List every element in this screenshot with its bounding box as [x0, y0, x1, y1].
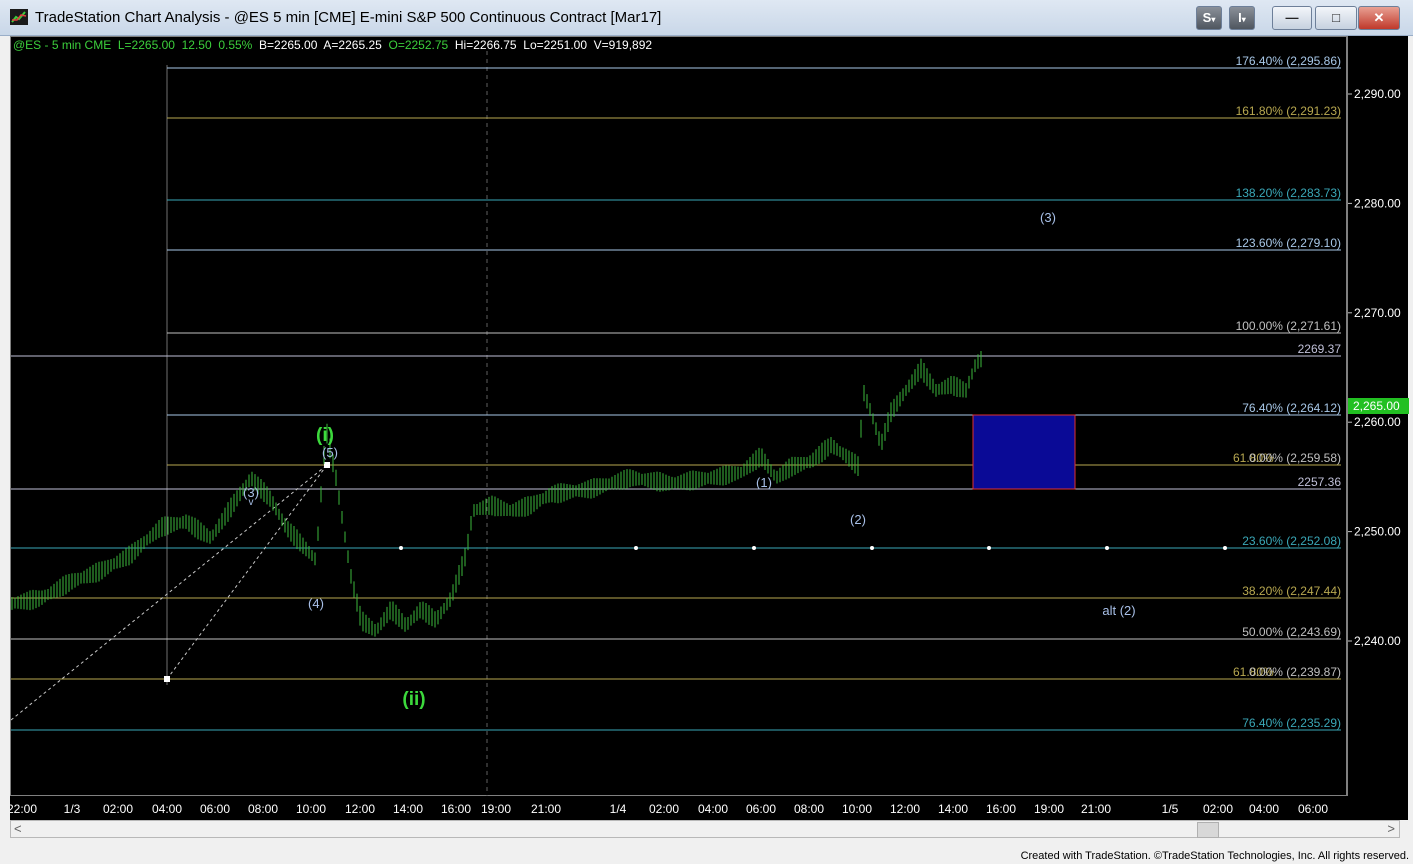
time-tick-label: 21:00: [531, 802, 561, 816]
time-tick-label: 21:00: [1081, 802, 1111, 816]
price-axis[interactable]: 2,290.00 2,280.00 2,270.00 2,260.00 2,250.00…: [1347, 36, 1409, 796]
minimize-icon: —: [1285, 10, 1299, 25]
wave-label-5: (5): [322, 445, 338, 460]
tradestation-app-icon: [10, 9, 28, 25]
status-change: 12.50: [181, 38, 212, 52]
time-tick-label: 08:00: [248, 802, 278, 816]
time-tick-label: 16:00: [441, 802, 471, 816]
wave-label-4: (4): [308, 596, 324, 611]
time-tick-label: 1/3: [64, 802, 81, 816]
fib-level-label: 123.60% (2,279.10): [1236, 236, 1341, 250]
close-button[interactable]: ✕: [1358, 6, 1400, 30]
price-tick-label: 2,270.00: [1354, 306, 1401, 320]
fib-dot: [634, 546, 638, 550]
price-tick-label: 2,240.00: [1354, 634, 1401, 648]
status-symbol: @ES - 5 min CME: [13, 38, 112, 52]
time-tick-label: 1/5: [1162, 802, 1179, 816]
title-bar: TradeStation Chart Analysis - @ES 5 min …: [0, 0, 1413, 36]
status-open: O=2252.75: [388, 38, 449, 52]
time-tick-label: 22:00: [10, 802, 37, 816]
fib-level-label: 2269.37: [1298, 342, 1342, 356]
horizontal-scrollbar[interactable]: < >: [10, 820, 1400, 838]
fib-level-label: 23.60% (2,252.08): [1242, 534, 1341, 548]
time-tick-label: 08:00: [794, 802, 824, 816]
fib-dot: [870, 546, 874, 550]
time-tick-label: 12:00: [345, 802, 375, 816]
time-tick-label: 06:00: [1298, 802, 1328, 816]
scrollbar-thumb[interactable]: [1197, 822, 1219, 838]
price-tick-label: 2,260.00: [1354, 415, 1401, 429]
time-tick-label: 19:00: [1034, 802, 1064, 816]
fib-level-label: 0.00% (2,239.87): [1249, 665, 1341, 679]
time-axis[interactable]: 22:00 1/3 02:00 04:00 06:00 08:00 10:00 12:00 14…: [10, 796, 1408, 820]
wave-label-ii: (ii): [402, 689, 425, 710]
symbol-status-line: @ES - 5 min CME L=2265.00 12.50 0.55% B=…: [13, 38, 652, 52]
copyright-footer: Created with TradeStation. ©TradeStation…: [1020, 850, 1409, 862]
fib-level-label: 38.20% (2,247.44): [1242, 584, 1341, 598]
time-tick-label: 19:00: [481, 802, 511, 816]
price-chart: 176.40% (2,295.86) 161.80% (2,291.23) 138.…: [11, 51, 1342, 797]
wave-pointer: v: [249, 497, 254, 508]
fib-level-label: 76.40% (2,264.12): [1242, 401, 1341, 415]
last-price-tag: 2,265.00: [1353, 399, 1400, 413]
fib-level-label: 161.80% (2,291.23): [1236, 104, 1341, 118]
price-tick-label: 2,280.00: [1354, 196, 1401, 210]
chart-plot-area[interactable]: 176.40% (2,295.86) 161.80% (2,291.23) 138.…: [10, 36, 1347, 797]
s-menu-button[interactable]: S▾: [1196, 6, 1222, 30]
price-tick-label: 2,290.00: [1354, 87, 1401, 101]
wave-label-1: (1): [756, 475, 772, 490]
fib-dot: [752, 546, 756, 550]
target-zone-box[interactable]: [972, 414, 1076, 490]
fib-anchor-high-marker[interactable]: [324, 462, 330, 468]
price-tick-label: 2,250.00: [1354, 525, 1401, 539]
wave-label-i: (i): [316, 425, 334, 446]
time-tick-label: 14:00: [393, 802, 423, 816]
fib-level-label: 2257.36: [1298, 475, 1342, 489]
scroll-right-arrow-icon[interactable]: >: [1387, 821, 1395, 836]
fib-level-label: 100.00% (2,271.61): [1236, 319, 1341, 333]
fib-dot: [987, 546, 991, 550]
time-tick-label: 10:00: [296, 802, 326, 816]
status-high: Hi=2266.75: [454, 38, 517, 52]
fib-level-label: 0.00% (2,259.58): [1249, 451, 1341, 465]
time-tick-label: 04:00: [698, 802, 728, 816]
close-icon: ✕: [1373, 10, 1385, 25]
time-tick-label: 16:00: [986, 802, 1016, 816]
fib-level-label: 50.00% (2,243.69): [1242, 625, 1341, 639]
time-tick-label: 06:00: [746, 802, 776, 816]
time-tick-label: 06:00: [200, 802, 230, 816]
fib-level-label: 176.40% (2,295.86): [1236, 54, 1341, 68]
status-last: L=2265.00: [117, 38, 175, 52]
minimize-button[interactable]: —: [1272, 6, 1312, 30]
maximize-icon: □: [1332, 10, 1340, 25]
fib-dot: [1223, 546, 1227, 550]
time-tick-label: 14:00: [938, 802, 968, 816]
time-tick-label: 02:00: [1203, 802, 1233, 816]
i-menu-button[interactable]: I▾: [1229, 6, 1255, 30]
time-tick-label: 04:00: [152, 802, 182, 816]
wave-label-2: (2): [850, 512, 866, 527]
status-bid: B=2265.00: [259, 38, 318, 52]
status-ask: A=2265.25: [323, 38, 382, 52]
scroll-left-arrow-icon[interactable]: <: [14, 821, 22, 836]
window-title: TradeStation Chart Analysis - @ES 5 min …: [35, 9, 662, 26]
status-pct: 0.55%: [218, 38, 253, 52]
status-volume: V=919,892: [593, 38, 653, 52]
fib-dot: [399, 546, 403, 550]
fib-level-label: 76.40% (2,235.29): [1242, 716, 1341, 730]
wave-label-alt-2: alt (2): [1102, 603, 1135, 618]
time-tick-label: 10:00: [842, 802, 872, 816]
fib-dot: [1105, 546, 1109, 550]
time-tick-label: 02:00: [649, 802, 679, 816]
price-bars: [11, 351, 982, 637]
time-tick-label: 1/4: [610, 802, 627, 816]
maximize-button[interactable]: □: [1315, 6, 1357, 30]
status-low: Lo=2251.00: [523, 38, 587, 52]
fib-level-label: 138.20% (2,283.73): [1236, 186, 1341, 200]
fib-anchor-low-marker[interactable]: [164, 676, 170, 682]
time-tick-label: 02:00: [103, 802, 133, 816]
time-tick-label: 12:00: [890, 802, 920, 816]
time-tick-label: 04:00: [1249, 802, 1279, 816]
wave-label-3-target: (3): [1040, 210, 1056, 225]
